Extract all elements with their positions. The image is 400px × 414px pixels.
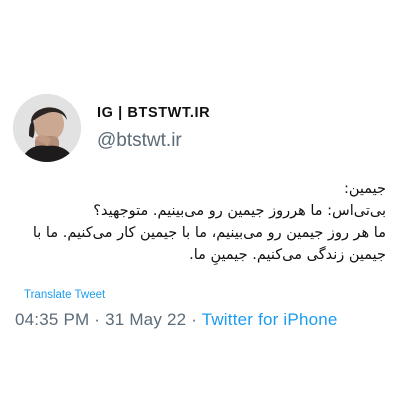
translate-tweet-link[interactable]: Translate Tweet: [24, 288, 105, 302]
tweet-text-line: جیمین زندگی می‌کنیم. جیمینِ ما.: [189, 247, 386, 263]
tweet-card: IG | BTSTWT.IR @btstwt.ir جیمین: بی‌تی‌ا…: [0, 0, 400, 414]
tweet-text-line: جیمین:: [343, 181, 386, 197]
avatar-photo-icon: [13, 94, 81, 162]
tweet-date[interactable]: 31 May 22: [105, 310, 186, 329]
tweet-source[interactable]: Twitter for iPhone: [202, 310, 338, 329]
avatar[interactable]: [13, 94, 81, 162]
tweet-text: جیمین: بی‌تی‌اس: ما هرروز جیمین رو می‌بی…: [12, 178, 386, 266]
meta-separator: ·: [89, 310, 106, 329]
meta-separator: ·: [186, 310, 202, 329]
tweet-time[interactable]: 04:35 PM: [15, 310, 89, 329]
tweet-meta: 04:35 PM · 31 May 22 · Twitter for iPhon…: [15, 309, 338, 331]
tweet-text-line: بی‌تی‌اس: ما هرروز جیمین رو می‌بینیم. مت…: [93, 203, 386, 219]
tweet-text-line: ما هر روز جیمین رو می‌بینیم، ما با جیمین…: [32, 225, 386, 241]
author-names: IG | BTSTWT.IR @btstwt.ir: [97, 104, 210, 152]
display-name[interactable]: IG | BTSTWT.IR: [97, 104, 210, 122]
tweet-header: IG | BTSTWT.IR @btstwt.ir: [13, 94, 210, 162]
handle[interactable]: @btstwt.ir: [97, 130, 210, 152]
